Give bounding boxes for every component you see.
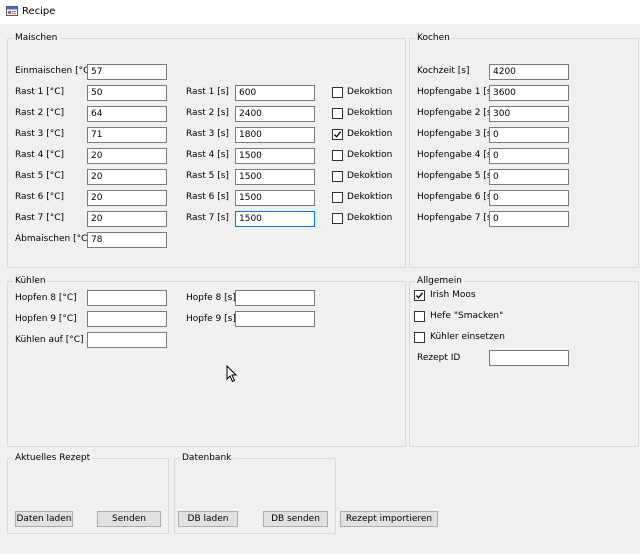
hefe-smacken-label: Hefe "Smacken" <box>430 311 504 321</box>
rast-1-time-label: Rast 1 [s] <box>186 87 229 97</box>
hopfengabe-1-input[interactable] <box>489 85 569 101</box>
rast-6-temp-label: Rast 6 [°C] <box>15 192 65 202</box>
rezept-importieren-button[interactable]: Rezept importieren <box>340 511 438 527</box>
hopfengabe-7-input[interactable] <box>489 211 569 227</box>
hopfengabe-4-label: Hopfengabe 4 [s] <box>417 150 496 160</box>
db-senden-button[interactable]: DB senden <box>263 511 328 527</box>
rast-4-time-input[interactable] <box>235 148 315 164</box>
window-title: Recipe <box>22 6 56 17</box>
senden-button[interactable]: Senden <box>97 511 161 527</box>
hopfengabe-6-label: Hopfengabe 6 [s] <box>417 192 496 202</box>
rast-5-time-label: Rast 5 [s] <box>186 171 229 181</box>
hopfe-9-time-input[interactable] <box>235 311 315 327</box>
hopfengabe-3-input[interactable] <box>489 127 569 143</box>
hopfengabe-5-label: Hopfengabe 5 [s] <box>417 171 496 181</box>
rast-7-time-input[interactable] <box>235 211 315 227</box>
daten-laden-button[interactable]: Daten laden <box>15 511 73 527</box>
rast-7-dekoktion-label: Dekoktion <box>347 213 393 223</box>
einmaischen-label: Einmaischen [°C] <box>15 66 93 76</box>
rast-3-time-label: Rast 3 [s] <box>186 129 229 139</box>
aktuelles-rezept-group-title: Aktuelles Rezept <box>13 453 93 464</box>
mouse-pointer-icon <box>226 365 238 383</box>
rast-5-temp-input[interactable] <box>87 169 167 185</box>
hopfengabe-5-input[interactable] <box>489 169 569 185</box>
rast-2-dekoktion-checkbox[interactable] <box>332 108 343 119</box>
rast-2-time-label: Rast 2 [s] <box>186 108 229 118</box>
rast-4-temp-input[interactable] <box>87 148 167 164</box>
rast-5-time-input[interactable] <box>235 169 315 185</box>
rast-3-dekoktion-checkbox[interactable] <box>332 129 343 140</box>
kuehlen-group: Kühlen <box>7 276 406 447</box>
hopfengabe-2-input[interactable] <box>489 106 569 122</box>
rast-2-temp-label: Rast 2 [°C] <box>15 108 65 118</box>
hopfen-8-temp-input[interactable] <box>87 290 167 306</box>
rast-2-dekoktion-label: Dekoktion <box>347 108 393 118</box>
check-icon <box>334 131 342 138</box>
rast-3-temp-input[interactable] <box>87 127 167 143</box>
rast-3-dekoktion-label: Dekoktion <box>347 129 393 139</box>
rast-7-temp-label: Rast 7 [°C] <box>15 213 65 223</box>
hopfengabe-2-label: Hopfengabe 2 [s] <box>417 108 496 118</box>
rast-4-time-label: Rast 4 [s] <box>186 150 229 160</box>
rast-1-time-input[interactable] <box>235 85 315 101</box>
db-laden-button[interactable]: DB laden <box>178 511 238 527</box>
hopfen-9-temp-label: Hopfen 9 [°C] <box>15 314 77 324</box>
rast-3-time-input[interactable] <box>235 127 315 143</box>
irish-moos-label: Irish Moos <box>430 290 476 300</box>
rast-5-temp-label: Rast 5 [°C] <box>15 171 65 181</box>
title-bar: Recipe <box>0 0 640 25</box>
rast-5-dekoktion-checkbox[interactable] <box>332 171 343 182</box>
rast-6-dekoktion-label: Dekoktion <box>347 192 393 202</box>
kochzeit-input[interactable] <box>489 64 569 80</box>
kuehlen-group-title: Kühlen <box>13 276 48 287</box>
einmaischen-input[interactable] <box>87 64 167 80</box>
rast-1-temp-label: Rast 1 [°C] <box>15 87 65 97</box>
hopfengabe-3-label: Hopfengabe 3 [s] <box>417 129 496 139</box>
kochzeit-label: Kochzeit [s] <box>417 66 470 76</box>
check-icon <box>416 292 424 299</box>
allgemein-group-title: Allgemein <box>415 276 464 287</box>
hopfen-9-temp-input[interactable] <box>87 311 167 327</box>
rast-1-temp-input[interactable] <box>87 85 167 101</box>
abmaischen-input[interactable] <box>87 232 167 248</box>
rast-4-dekoktion-checkbox[interactable] <box>332 150 343 161</box>
rast-7-time-label: Rast 7 [s] <box>186 213 229 223</box>
hopfengabe-7-label: Hopfengabe 7 [s] <box>417 213 496 223</box>
rezept-id-label: Rezept ID <box>417 353 461 363</box>
rast-2-temp-input[interactable] <box>87 106 167 122</box>
hefe-smacken-checkbox[interactable] <box>414 311 425 322</box>
hopfe-8-time-input[interactable] <box>235 290 315 306</box>
rast-4-dekoktion-label: Dekoktion <box>347 150 393 160</box>
rast-1-dekoktion-label: Dekoktion <box>347 87 393 97</box>
hopfengabe-6-input[interactable] <box>489 190 569 206</box>
hopfen-8-temp-label: Hopfen 8 [°C] <box>15 293 77 303</box>
rast-6-time-input[interactable] <box>235 190 315 206</box>
maischen-group-title: Maischen <box>13 33 60 44</box>
kochen-group-title: Kochen <box>415 33 452 44</box>
hopfe-8-time-label: Hopfe 8 [s] <box>186 293 236 303</box>
datenbank-group-title: Datenbank <box>180 453 234 464</box>
hopfengabe-4-input[interactable] <box>489 148 569 164</box>
rast-1-dekoktion-checkbox[interactable] <box>332 87 343 98</box>
abmaischen-label: Abmaischen [°C] <box>15 234 91 244</box>
kuehlen-auf-input[interactable] <box>87 332 167 348</box>
rast-4-temp-label: Rast 4 [°C] <box>15 150 65 160</box>
rast-6-time-label: Rast 6 [s] <box>186 192 229 202</box>
rast-6-temp-input[interactable] <box>87 190 167 206</box>
rast-5-dekoktion-label: Dekoktion <box>347 171 393 181</box>
rast-3-temp-label: Rast 3 [°C] <box>15 129 65 139</box>
kuehler-einsetzen-label: Kühler einsetzen <box>430 332 505 342</box>
rezept-id-input[interactable] <box>489 350 569 366</box>
rast-7-temp-input[interactable] <box>87 211 167 227</box>
rast-7-dekoktion-checkbox[interactable] <box>332 213 343 224</box>
hopfe-9-time-label: Hopfe 9 [s] <box>186 314 236 324</box>
kuehler-einsetzen-checkbox[interactable] <box>414 332 425 343</box>
recipe-app-icon <box>6 6 18 16</box>
rast-6-dekoktion-checkbox[interactable] <box>332 192 343 203</box>
rast-2-time-input[interactable] <box>235 106 315 122</box>
irish-moos-checkbox[interactable] <box>414 290 425 301</box>
hopfengabe-1-label: Hopfengabe 1 [s] <box>417 87 496 97</box>
kuehlen-auf-label: Kühlen auf [°C] <box>15 335 84 345</box>
